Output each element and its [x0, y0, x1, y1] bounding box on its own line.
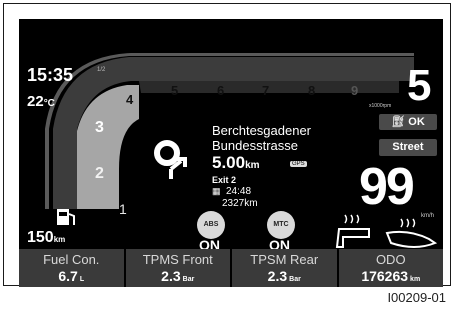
- rpm-number-3: 3: [95, 119, 104, 136]
- fuel-pump-icon: [57, 209, 75, 225]
- fuel-consumption-panel[interactable]: Fuel Con. 6.7 L: [19, 249, 126, 287]
- rpm-number-6: 6: [217, 83, 225, 98]
- panel-value: 2.3 Bar: [267, 268, 301, 284]
- panel-value: 6.7 L: [58, 268, 85, 284]
- rpm-number-5: 5: [171, 83, 179, 98]
- panel-label: TPMS Front: [142, 252, 213, 267]
- oil-status-badge: ⛽︎ OK: [379, 114, 437, 130]
- rpm-number-8: 8: [308, 83, 316, 98]
- tpms-front-panel[interactable]: TPMS Front 2.3 Bar: [126, 249, 232, 287]
- odometer-panel[interactable]: ODO 176263 km: [339, 249, 444, 287]
- riding-mode-badge[interactable]: Street: [379, 139, 437, 156]
- clock: 15:35: [27, 65, 74, 85]
- rpm-number-2: 2: [95, 165, 104, 182]
- rpm-scale-label: 1/2: [97, 67, 106, 73]
- rpm-unit: x1000rpm: [369, 103, 392, 109]
- seat-heater-icon: [335, 214, 370, 248]
- panel-label: TPSM Rear: [250, 252, 319, 267]
- rpm-number-7: 7: [262, 83, 270, 98]
- panel-value: 176263 km: [361, 268, 421, 284]
- panel-label: ODO: [375, 252, 406, 267]
- gps-badge: GPS: [290, 161, 307, 167]
- instrument-display: 1 2 3 4 5 6 7 8 9 1/2 x1000rpm 15:35 22°…: [19, 19, 443, 287]
- speedometer: 99: [359, 158, 415, 216]
- nav-remaining: 2327km: [222, 198, 258, 209]
- rpm-number-9: 9: [351, 83, 359, 98]
- grip-heater-icon: [385, 218, 438, 248]
- speed-unit: km/h: [421, 213, 435, 219]
- figure-frame: 1 2 3 4 5 6 7 8 9 1/2 x1000rpm 15:35 22°…: [3, 3, 451, 287]
- rpm-number-4: 4: [126, 92, 134, 107]
- nav-distance: 5.00km: [212, 153, 260, 172]
- tpms-rear-panel[interactable]: TPSM Rear 2.3 Bar: [232, 249, 339, 287]
- roundabout-icon: [154, 140, 187, 179]
- oil-status-text: OK: [408, 116, 425, 128]
- nav-eta: 24:48: [226, 186, 252, 197]
- fuel-range: 150km: [27, 229, 66, 246]
- gear-indicator: 5: [407, 61, 432, 110]
- figure-caption: I00209-01: [387, 290, 446, 305]
- street-line-2: Bundesstrasse: [212, 138, 298, 153]
- rpm-number-1: 1: [119, 201, 127, 217]
- panel-label: Fuel Con.: [43, 252, 100, 267]
- abs-icon: ABS: [197, 211, 225, 239]
- nav-exit: Exit 2: [212, 175, 237, 185]
- oil-can-icon: ⛽︎: [391, 116, 406, 128]
- checkered-flag-icon: ▦: [212, 186, 221, 196]
- street-line-1: Berchtesgadener: [212, 123, 312, 138]
- mtc-icon: MTC: [267, 211, 295, 239]
- panel-value: 2.3 Bar: [161, 268, 195, 284]
- trip-info-bar: Fuel Con. 6.7 L TPMS Front 2.3 Bar TPSM Re…: [19, 249, 443, 287]
- ambient-temperature: 22°C: [27, 93, 55, 110]
